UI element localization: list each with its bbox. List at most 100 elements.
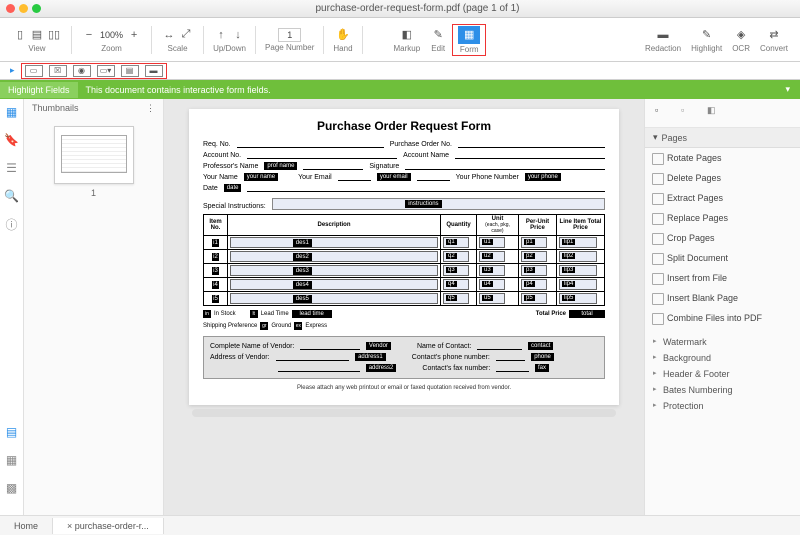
qty-field[interactable]: q5 [443,293,469,304]
unit-field[interactable]: u5 [479,293,505,304]
price-field[interactable]: p4 [521,279,547,290]
close-icon[interactable] [6,4,15,13]
panel3-icon[interactable]: ▩ [5,481,19,495]
page-down-icon[interactable]: ↓ [230,27,246,43]
total-field[interactable]: lip4 [559,279,597,290]
ground-check[interactable]: gr [260,322,268,330]
bookmarks-icon[interactable]: 🔖 [5,133,19,147]
price-field[interactable]: p2 [521,251,547,262]
item-no-field[interactable]: i1 [212,239,219,247]
tab-document[interactable]: × purchase-order-r... [53,518,164,534]
list-tool-icon[interactable]: ▤ [121,65,139,77]
hand-icon[interactable]: ✋ [335,27,351,43]
rpanel-item[interactable]: Extract Pages [645,188,800,208]
price-field[interactable]: p5 [521,293,547,304]
panel1-icon[interactable]: ▤ [5,425,19,439]
desc-field[interactable]: des5 [230,293,438,304]
pages-tab-icon[interactable]: ▫ [655,105,671,121]
rpanel-sub[interactable]: Bates Numbering [645,382,800,398]
rpanel-item[interactable]: Replace Pages [645,208,800,228]
zoom-value[interactable]: 100% [98,30,125,40]
desc-field[interactable]: des1 [230,237,438,248]
addr1-field[interactable]: address1 [355,353,386,361]
view-two-icon[interactable]: ▯▯ [46,27,62,43]
your-phone-field[interactable]: your phone [525,173,561,181]
qty-field[interactable]: q2 [443,251,469,262]
leadtime-field[interactable]: lead time [292,310,332,318]
redaction-icon[interactable]: ▬ [655,27,671,43]
page-thumbnail[interactable] [54,126,134,184]
banner-close-icon[interactable]: ▾ [775,84,800,95]
ocr-icon[interactable]: ◈ [733,27,749,43]
edit-icon[interactable]: ✎ [430,27,446,43]
convert-icon[interactable]: ⇄ [766,27,782,43]
rpanel-item[interactable]: Split Document [645,248,800,268]
desc-field[interactable]: des3 [230,265,438,276]
button-tool-icon[interactable]: ▬ [145,65,163,77]
item-no-field[interactable]: i5 [212,295,219,303]
rpanel-sub[interactable]: Protection [645,398,800,414]
highlight-icon[interactable]: ✎ [699,27,715,43]
total-field[interactable]: total [569,310,605,318]
your-name-field[interactable]: your name [244,173,278,181]
contact-field[interactable]: contact [528,342,553,350]
thumbnails-icon[interactable]: ▦ [5,105,19,119]
zoom-in-icon[interactable]: + [126,27,142,43]
vendor-field[interactable]: Vendor [366,342,391,350]
rpanel-item[interactable]: Combine Files into PDF [645,308,800,328]
unit-field[interactable]: u3 [479,265,505,276]
cursor-icon[interactable]: ▸ [10,65,15,76]
phone-field[interactable]: phone [531,353,554,361]
panel-tab2-icon[interactable]: ▫ [681,105,697,121]
radio-tool-icon[interactable]: ◉ [73,65,91,77]
addr2-field[interactable]: address2 [366,364,397,372]
qty-field[interactable]: q4 [443,279,469,290]
panel2-icon[interactable]: ▦ [5,453,19,467]
thumbnails-menu-icon[interactable]: ⋮ [146,103,155,114]
info-icon[interactable]: ⓘ [5,217,19,231]
rpanel-item[interactable]: Insert Blank Page [645,288,800,308]
rpanel-sub[interactable]: Header & Footer [645,366,800,382]
date-field[interactable]: date [224,184,242,192]
unit-field[interactable]: u2 [479,251,505,262]
panel-tab3-icon[interactable]: ◧ [707,105,723,121]
price-field[interactable]: p1 [521,237,547,248]
desc-field[interactable]: des2 [230,251,438,262]
markup-icon[interactable]: ◧ [399,27,415,43]
item-no-field[interactable]: i4 [212,281,219,289]
item-no-field[interactable]: i2 [212,253,219,261]
search-icon[interactable]: 🔍 [5,189,19,203]
pages-header[interactable]: ▾Pages [645,128,800,148]
rpanel-sub[interactable]: Watermark [645,334,800,350]
zoom-out-icon[interactable]: − [81,27,97,43]
total-field[interactable]: lip5 [559,293,597,304]
fit-page-icon[interactable]: ⤢ [178,27,194,43]
total-field[interactable]: lip2 [559,251,597,262]
fit-width-icon[interactable]: ↔ [161,27,177,43]
item-no-field[interactable]: i3 [212,267,219,275]
minimize-icon[interactable] [19,4,28,13]
form-icon[interactable]: ▦ [458,26,480,44]
rpanel-item[interactable]: Delete Pages [645,168,800,188]
express-check[interactable]: ex [294,322,302,330]
special-field[interactable]: instructions [272,198,605,210]
document-area[interactable]: Purchase Order Request Form Req. No.Purc… [164,99,644,515]
unit-field[interactable]: u4 [479,279,505,290]
instock-check[interactable]: in [203,310,211,318]
rpanel-item[interactable]: Insert from File [645,268,800,288]
leadtime-check[interactable]: lt [250,310,258,318]
zoom-icon[interactable] [32,4,41,13]
desc-field[interactable]: des4 [230,279,438,290]
tab-home[interactable]: Home [0,518,53,534]
total-field[interactable]: lip3 [559,265,597,276]
your-email-field[interactable]: your email [377,173,411,181]
horizontal-scrollbar[interactable] [192,409,616,417]
qty-field[interactable]: q1 [443,237,469,248]
rpanel-sub[interactable]: Background [645,350,800,366]
rpanel-item[interactable]: Crop Pages [645,228,800,248]
outline-icon[interactable]: ☰ [5,161,19,175]
checkbox-tool-icon[interactable]: ☒ [49,65,67,77]
prof-name-field[interactable]: prof name [264,162,297,170]
combo-tool-icon[interactable]: ▭▾ [97,65,115,77]
pagenum-value[interactable]: 1 [278,28,301,42]
